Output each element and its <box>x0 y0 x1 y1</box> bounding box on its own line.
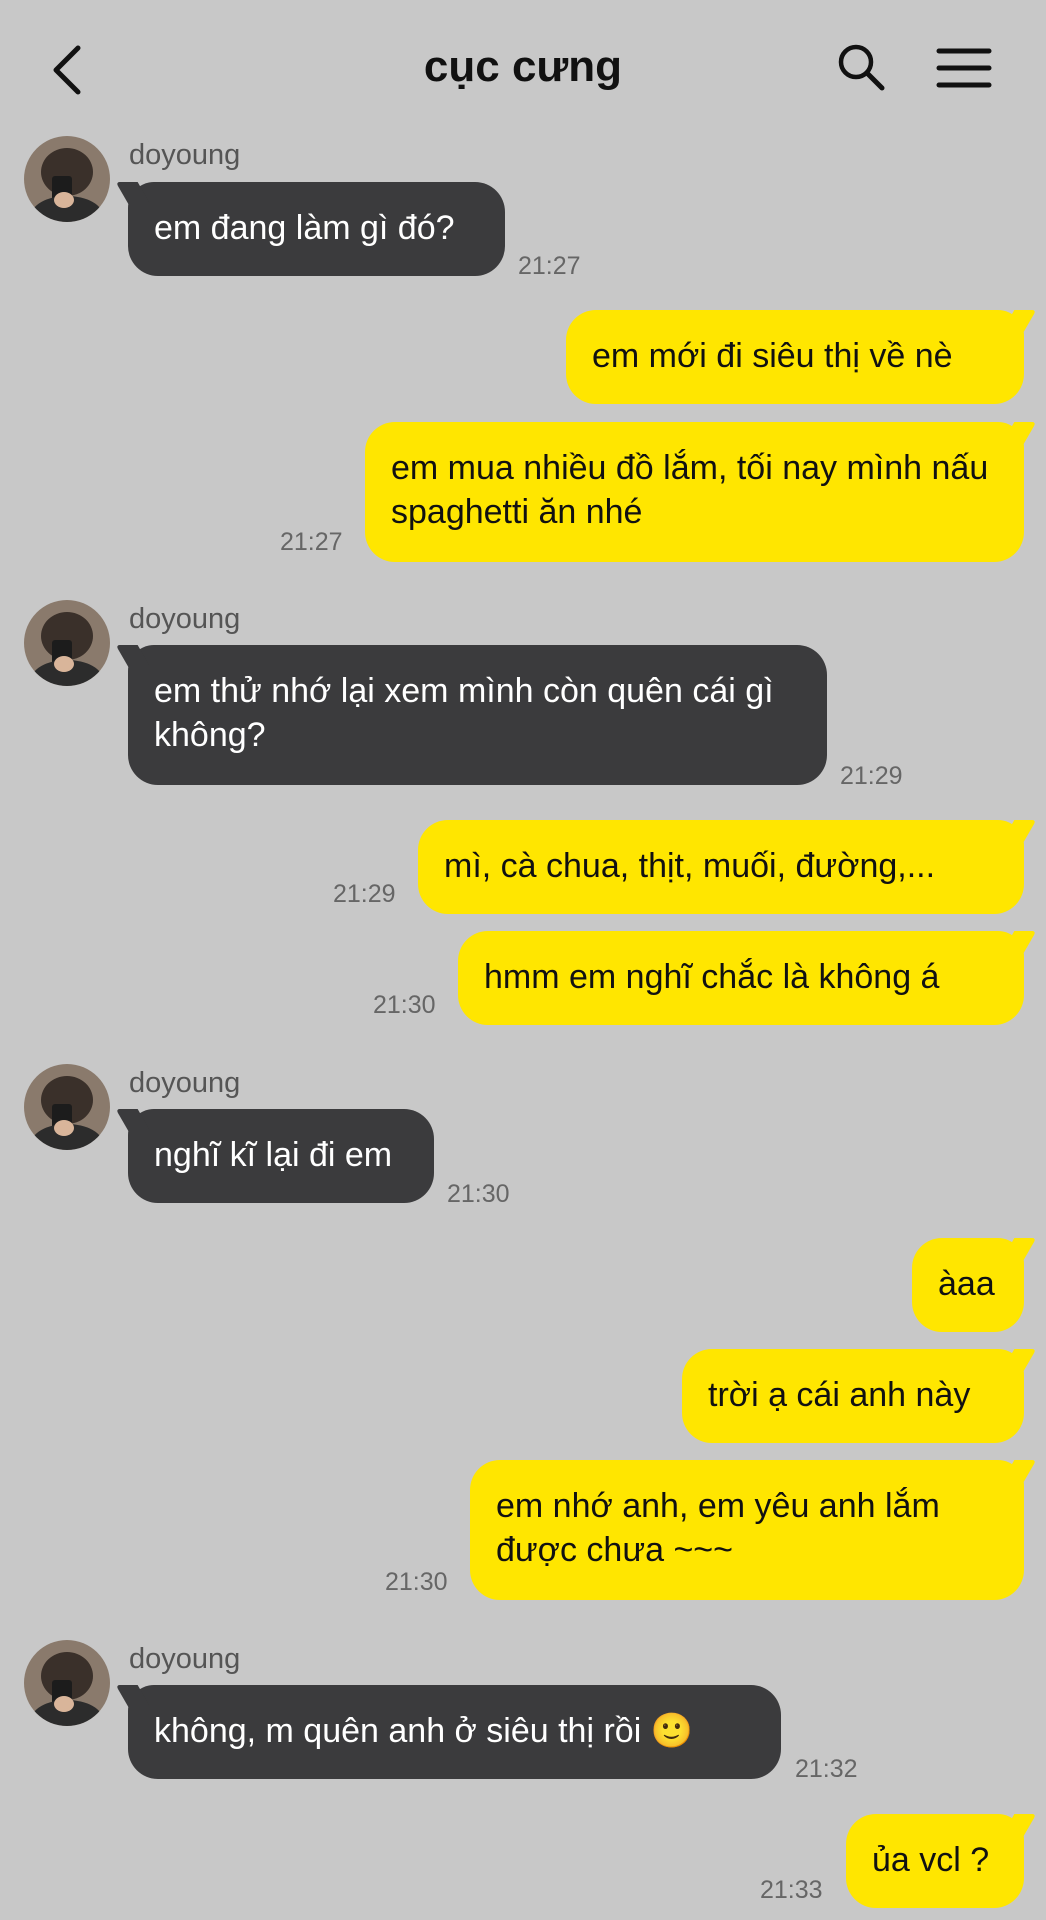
avatar-photo-icon <box>24 600 110 686</box>
message-timestamp: 21:29 <box>333 880 396 908</box>
incoming-message-bubble[interactable]: em đang làm gì đó? <box>128 182 505 276</box>
avatar-photo-icon <box>24 136 110 222</box>
sender-name: doyoung <box>129 1643 241 1675</box>
avatar[interactable] <box>24 1064 110 1150</box>
outgoing-message-bubble[interactable]: em mới đi siêu thị về nè <box>566 310 1024 404</box>
incoming-message-bubble[interactable]: nghĩ kĩ lại đi em <box>128 1109 434 1203</box>
avatar[interactable] <box>24 1640 110 1726</box>
avatar[interactable] <box>24 136 110 222</box>
avatar-photo-icon <box>24 1064 110 1150</box>
message-timestamp: 21:27 <box>280 528 343 556</box>
message-timestamp: 21:30 <box>373 991 436 1019</box>
message-timestamp: 21:29 <box>840 762 903 790</box>
outgoing-message-bubble[interactable]: em mua nhiều đồ lắm, tối nay mình nấu sp… <box>365 422 1024 562</box>
message-timestamp: 21:30 <box>385 1568 448 1596</box>
message-timestamp: 21:32 <box>795 1755 858 1783</box>
sender-name: doyoung <box>129 1067 241 1099</box>
sender-name: doyoung <box>129 139 241 171</box>
outgoing-message-bubble[interactable]: em nhớ anh, em yêu anh lắm được chưa ~~~ <box>470 1460 1024 1600</box>
outgoing-message-bubble[interactable]: trời ạ cái anh này <box>682 1349 1024 1443</box>
outgoing-message-bubble[interactable]: mì, cà chua, thịt, muối, đường,... <box>418 820 1024 914</box>
message-timestamp: 21:27 <box>518 252 581 280</box>
avatar-photo-icon <box>24 1640 110 1726</box>
outgoing-message-bubble[interactable]: àaa <box>912 1238 1024 1332</box>
incoming-message-bubble[interactable]: em thử nhớ lại xem mình còn quên cái gì … <box>128 645 827 785</box>
avatar[interactable] <box>24 600 110 686</box>
message-list: doyoung em đang làm gì đó? 21:27 em mới … <box>0 0 1046 1920</box>
sender-name: doyoung <box>129 603 241 635</box>
message-timestamp: 21:30 <box>447 1180 510 1208</box>
incoming-message-bubble[interactable]: không, m quên anh ở siêu thị rồi 🙂 <box>128 1685 781 1779</box>
message-timestamp: 21:33 <box>760 1876 823 1904</box>
outgoing-message-bubble[interactable]: ủa vcl ? <box>846 1814 1024 1908</box>
outgoing-message-bubble[interactable]: hmm em nghĩ chắc là không á <box>458 931 1024 1025</box>
